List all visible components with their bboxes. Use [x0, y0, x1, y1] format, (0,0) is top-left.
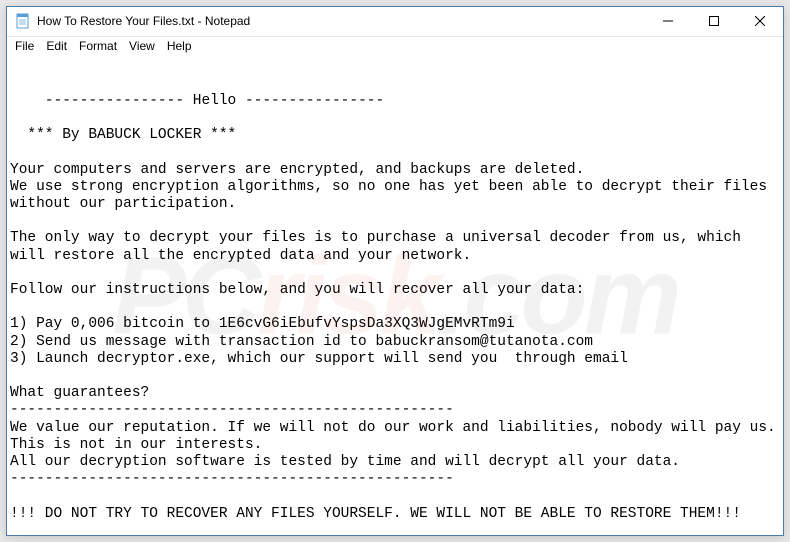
window-controls — [645, 7, 783, 36]
text-editor-area[interactable]: PCrisk.com ---------------- Hello ------… — [7, 56, 783, 535]
minimize-button[interactable] — [645, 7, 691, 36]
titlebar[interactable]: How To Restore Your Files.txt - Notepad — [7, 7, 783, 37]
menu-view[interactable]: View — [123, 38, 161, 54]
notepad-window: How To Restore Your Files.txt - Notepad … — [6, 6, 784, 536]
window-title: How To Restore Your Files.txt - Notepad — [37, 14, 645, 28]
menu-help[interactable]: Help — [161, 38, 198, 54]
document-content: ---------------- Hello ---------------- … — [10, 93, 783, 522]
notepad-app-icon — [15, 13, 31, 29]
menu-file[interactable]: File — [9, 38, 40, 54]
menu-edit[interactable]: Edit — [40, 38, 73, 54]
maximize-button[interactable] — [691, 7, 737, 36]
menu-format[interactable]: Format — [73, 38, 123, 54]
menubar: File Edit Format View Help — [7, 37, 783, 57]
close-button[interactable] — [737, 7, 783, 36]
